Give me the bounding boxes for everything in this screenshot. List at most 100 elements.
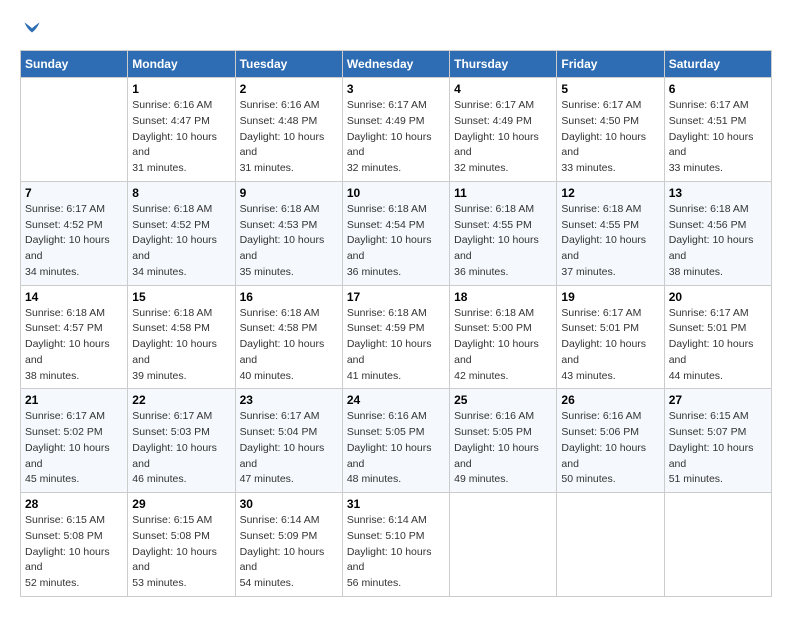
calendar-week-row: 14 Sunrise: 6:18 AM Sunset: 4:57 PM Dayligh… [21,285,772,389]
day-number: 20 [669,290,767,304]
weekday-header-saturday: Saturday [664,51,771,78]
day-sunset: Sunset: 5:10 PM [347,529,445,545]
day-sunset: Sunset: 5:08 PM [132,529,230,545]
day-sunset: Sunset: 4:58 PM [132,321,230,337]
day-number: 7 [25,186,123,200]
day-detail: Sunrise: 6:18 AM [454,306,552,322]
calendar-cell [21,78,128,182]
page-header [20,20,772,40]
day-sunset: Sunset: 5:06 PM [561,425,659,441]
day-detail: Sunrise: 6:17 AM [25,202,123,218]
day-sunset: Sunset: 5:07 PM [669,425,767,441]
day-daylight: Daylight: 10 hours and54 minutes. [240,545,338,592]
day-number: 3 [347,82,445,96]
day-number: 13 [669,186,767,200]
day-number: 28 [25,497,123,511]
calendar-cell: 25Sunrise: 6:16 AMSunset: 5:05 PMDayligh… [450,389,557,493]
day-detail: Sunrise: 6:16 AM [240,98,338,114]
weekday-header-thursday: Thursday [450,51,557,78]
calendar-week-row: 7 Sunrise: 6:17 AM Sunset: 4:52 PM Daylight… [21,181,772,285]
day-number: 26 [561,393,659,407]
calendar-cell: 31 Sunrise: 6:14 AMSunset: 5:10 PMDayligh… [342,493,449,597]
calendar-cell: 20Sunrise: 6:17 AMSunset: 5:01 PMDayligh… [664,285,771,389]
day-detail: Sunrise: 6:16 AM [454,409,552,425]
day-number: 14 [25,290,123,304]
weekday-header-wednesday: Wednesday [342,51,449,78]
day-number: 2 [240,82,338,96]
day-number: 6 [669,82,767,96]
calendar-cell: 1Sunrise: 6:16 AMSunset: 4:47 PMDaylight… [128,78,235,182]
calendar-cell [557,493,664,597]
calendar-cell [450,493,557,597]
day-number: 22 [132,393,230,407]
day-sunset: Sunset: 4:55 PM [561,218,659,234]
calendar-cell: 5Sunrise: 6:17 AMSunset: 4:50 PMDaylight… [557,78,664,182]
day-sunset: Sunset: 4:47 PM [132,114,230,130]
day-daylight: Daylight: 10 hours and50 minutes. [561,441,659,488]
day-detail: Sunrise: 6:18 AM [669,202,767,218]
day-number: 24 [347,393,445,407]
day-detail: Sunrise: 6:17 AM [561,306,659,322]
day-daylight: Daylight: 10 hours and49 minutes. [454,441,552,488]
day-sunset: Sunset: 5:01 PM [669,321,767,337]
day-sunset: Sunset: 4:48 PM [240,114,338,130]
day-sunset: Sunset: 5:08 PM [25,529,123,545]
day-sunset: Sunset: 4:55 PM [454,218,552,234]
calendar-cell: 8Sunrise: 6:18 AMSunset: 4:52 PMDaylight… [128,181,235,285]
calendar-cell: 10Sunrise: 6:18 AMSunset: 4:54 PMDayligh… [342,181,449,285]
day-sunset: Sunset: 5:00 PM [454,321,552,337]
logo [20,20,42,40]
day-detail: Sunrise: 6:17 AM [454,98,552,114]
day-daylight: Daylight: 10 hours and35 minutes. [240,233,338,280]
day-daylight: Daylight: 10 hours and51 minutes. [669,441,767,488]
day-number: 5 [561,82,659,96]
day-daylight: Daylight: 10 hours and33 minutes. [561,130,659,177]
calendar-cell: 7Sunrise: 6:17 AMSunset: 4:52 PMDaylight… [21,181,128,285]
day-detail: Sunrise: 6:18 AM [240,306,338,322]
day-number: 12 [561,186,659,200]
day-detail: Sunrise: 6:17 AM [347,98,445,114]
calendar-cell: 15Sunrise: 6:18 AMSunset: 4:58 PMDayligh… [128,285,235,389]
calendar-cell: 6Sunrise: 6:17 AMSunset: 4:51 PMDaylight… [664,78,771,182]
logo-bird-icon [22,20,42,40]
day-sunset: Sunset: 4:57 PM [25,321,123,337]
day-detail: Sunrise: 6:18 AM [347,306,445,322]
day-sunset: Sunset: 4:53 PM [240,218,338,234]
calendar-week-row: 21Sunrise: 6:17 AMSunset: 5:02 PMDayligh… [21,389,772,493]
calendar-cell: 21Sunrise: 6:17 AMSunset: 5:02 PMDayligh… [21,389,128,493]
calendar-week-row: 28Sunrise: 6:15 AMSunset: 5:08 PMDayligh… [21,493,772,597]
day-number: 31 [347,497,445,511]
day-detail: Sunrise: 6:17 AM [25,409,123,425]
day-number: 30 [240,497,338,511]
day-sunset: Sunset: 5:05 PM [454,425,552,441]
day-daylight: Daylight: 10 hours and45 minutes. [25,441,123,488]
calendar-cell: 29Sunrise: 6:15 AMSunset: 5:08 PMDayligh… [128,493,235,597]
day-number: 15 [132,290,230,304]
day-daylight: Daylight: 10 hours and32 minutes. [454,130,552,177]
day-detail: Sunrise: 6:15 AM [669,409,767,425]
calendar-cell: 22Sunrise: 6:17 AMSunset: 5:03 PMDayligh… [128,389,235,493]
calendar-cell [664,493,771,597]
day-number: 23 [240,393,338,407]
day-number: 18 [454,290,552,304]
day-number: 21 [25,393,123,407]
day-sunset: Sunset: 4:52 PM [132,218,230,234]
day-daylight: Daylight: 10 hours and56 minutes. [347,545,445,592]
day-detail: Sunrise: 6:18 AM [347,202,445,218]
day-daylight: Daylight: 10 hours and39 minutes. [132,337,230,384]
calendar-cell: 26Sunrise: 6:16 AMSunset: 5:06 PMDayligh… [557,389,664,493]
calendar-cell: 23Sunrise: 6:17 AMSunset: 5:04 PMDayligh… [235,389,342,493]
day-sunset: Sunset: 4:49 PM [347,114,445,130]
day-daylight: Daylight: 10 hours and31 minutes. [132,130,230,177]
day-daylight: Daylight: 10 hours and33 minutes. [669,130,767,177]
calendar-table: SundayMondayTuesdayWednesdayThursdayFrid… [20,50,772,597]
day-number: 19 [561,290,659,304]
calendar-week-row: 1Sunrise: 6:16 AMSunset: 4:47 PMDaylight… [21,78,772,182]
day-detail: Sunrise: 6:17 AM [561,98,659,114]
day-daylight: Daylight: 10 hours and42 minutes. [454,337,552,384]
calendar-cell: 17Sunrise: 6:18 AMSunset: 4:59 PMDayligh… [342,285,449,389]
calendar-header: SundayMondayTuesdayWednesdayThursdayFrid… [21,51,772,78]
day-sunset: Sunset: 5:01 PM [561,321,659,337]
day-sunset: Sunset: 4:56 PM [669,218,767,234]
day-detail: Sunrise: 6:14 AM [347,513,445,529]
